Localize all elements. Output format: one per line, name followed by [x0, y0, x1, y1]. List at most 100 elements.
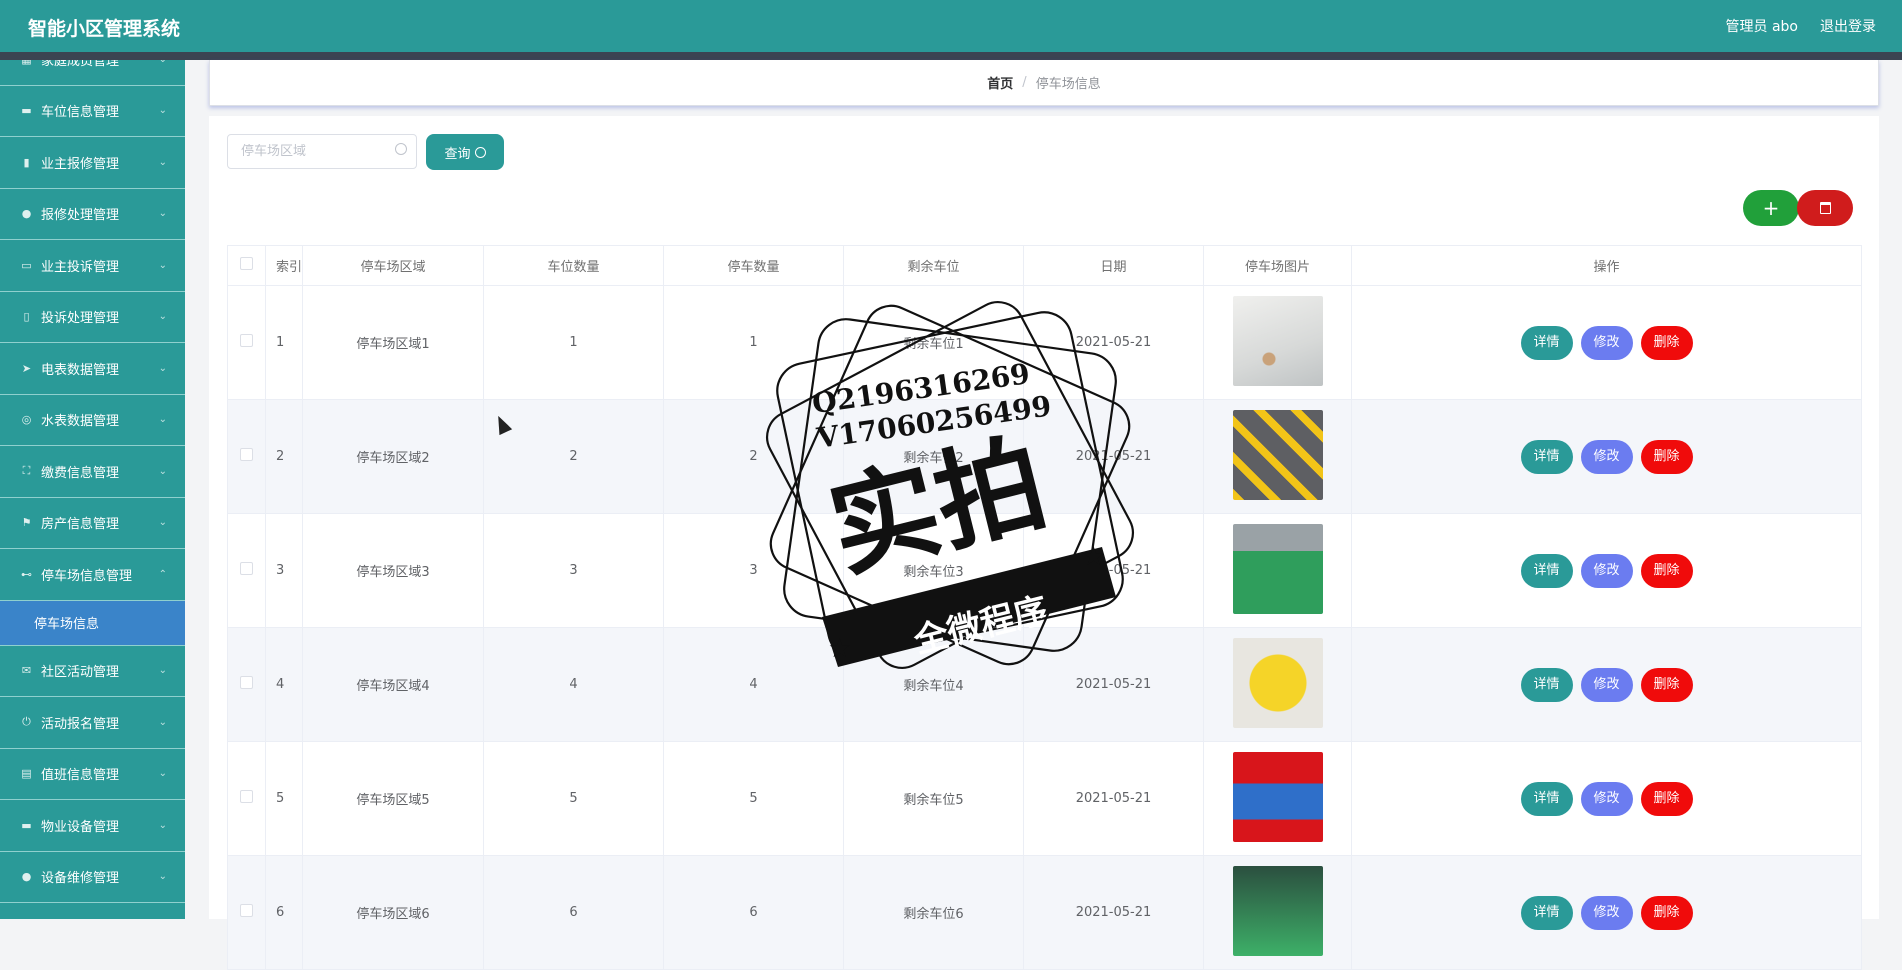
chevron-down-icon: ⌄ [158, 362, 167, 374]
row-select-cell[interactable] [227, 285, 266, 400]
table-row: 4 停车场区域4 4 4 剩余车位4 2021-05-21 详情 修改 删除 [227, 627, 1862, 742]
cell-remaining: 剩余车位2 [843, 399, 1024, 514]
column-header: 索引 [265, 245, 303, 286]
row-checkbox[interactable] [240, 676, 253, 689]
monitor-icon: ▬ [21, 104, 32, 118]
parking-lot-image[interactable] [1232, 751, 1323, 842]
detail-button[interactable]: 详情 [1520, 439, 1573, 474]
sidebar-item-parking-space[interactable]: ▬ 车位信息管理 ⌄ [0, 86, 185, 137]
column-header: 停车数量 [663, 245, 844, 286]
sidebar-item-water[interactable]: ◎ 水表数据管理 ⌄ [0, 395, 185, 446]
parking-lot-image[interactable] [1232, 295, 1323, 386]
edit-button[interactable]: 修改 [1580, 325, 1633, 360]
row-checkbox[interactable] [240, 562, 253, 575]
cell-parked: 2 [663, 399, 844, 514]
delete-button[interactable]: 删除 [1640, 781, 1693, 816]
breadcrumb-separator: / [1022, 75, 1027, 90]
chevron-down-icon: ⌄ [158, 665, 167, 677]
query-button[interactable]: 查询 [426, 134, 504, 170]
row-checkbox[interactable] [240, 448, 253, 461]
detail-button[interactable]: 详情 [1520, 325, 1573, 360]
cell-index: 3 [265, 513, 303, 628]
chevron-down-icon: ⌄ [158, 819, 167, 831]
edit-button[interactable]: 修改 [1580, 781, 1633, 816]
sidebar-item-label: 设备维修管理 [41, 871, 120, 887]
chevron-down-icon: ⌄ [159, 60, 167, 65]
parking-lot-image[interactable] [1232, 409, 1323, 500]
plus-icon: + [1762, 196, 1780, 220]
breadcrumb: 首页 / 停车场信息 [209, 60, 1879, 106]
edit-button[interactable]: 修改 [1580, 895, 1633, 930]
edit-button[interactable]: 修改 [1580, 667, 1633, 702]
content-panel: 查询 + 索引 停车场区域 车位数量 停车数量 剩余车位 日期 停车场图片 操作… [209, 116, 1879, 970]
edit-button[interactable]: 修改 [1580, 553, 1633, 588]
sidebar-item-label: 业主报修管理 [41, 156, 120, 172]
delete-button[interactable]: 删除 [1640, 667, 1693, 702]
row-select-cell[interactable] [227, 513, 266, 628]
sidebar-item-parking-lot[interactable]: ⊷ 停车场信息管理 ⌃ [0, 549, 185, 601]
row-checkbox[interactable] [240, 904, 253, 917]
detail-button[interactable]: 详情 [1520, 781, 1573, 816]
row-select-cell[interactable] [227, 627, 266, 742]
detail-button[interactable]: 详情 [1520, 553, 1573, 588]
table-row: 2 停车场区域2 2 2 剩余车位2 2021-05-21 详情 修改 删除 [227, 399, 1862, 514]
query-button-label: 查询 [444, 146, 471, 162]
sidebar-item-complaint[interactable]: ▭ 业主投诉管理 ⌄ [0, 240, 185, 292]
sidebar-item-equipment[interactable]: ▬ 物业设备管理 ⌄ [0, 800, 185, 852]
sidebar-item-activity[interactable]: ✉ 社区活动管理 ⌄ [0, 646, 185, 697]
delete-button[interactable]: 删除 [1640, 325, 1693, 360]
logout-link[interactable]: 退出登录 [1820, 16, 1876, 36]
select-all-cell[interactable] [227, 245, 266, 286]
compass-icon: ◎ [21, 413, 32, 427]
detail-button[interactable]: 详情 [1520, 667, 1573, 702]
header-stripe [0, 52, 1902, 60]
top-bar: 智能小区管理系统 管理员 abo 退出登录 [0, 0, 1902, 52]
cell-spaces: 3 [483, 513, 664, 628]
delete-button[interactable]: 删除 [1640, 895, 1693, 930]
delete-button[interactable]: 删除 [1640, 439, 1693, 474]
sidebar-item-signup[interactable]: ⏻ 活动报名管理 ⌄ [0, 697, 185, 749]
sidebar-item-repair-handle[interactable]: ● 报修处理管理 ⌄ [0, 189, 185, 240]
batch-delete-button[interactable] [1797, 190, 1853, 226]
user-icon: ● [21, 207, 32, 221]
row-select-cell[interactable] [227, 399, 266, 514]
parking-lot-image[interactable] [1232, 637, 1323, 728]
parking-lot-image[interactable] [1232, 523, 1323, 614]
trash-icon [1819, 202, 1831, 214]
sidebar-item-property[interactable]: ⚑ 房产信息管理 ⌄ [0, 498, 185, 549]
clipboard-icon: ▤ [21, 767, 32, 781]
sidebar-item-repair-report[interactable]: ▮ 业主报修管理 ⌄ [0, 137, 185, 189]
search-input[interactable] [241, 144, 391, 159]
cell-area: 停车场区域4 [302, 627, 484, 742]
sidebar-item-family[interactable]: ▦ 家庭成员管理 ⌄ [0, 60, 185, 86]
sidebar-item-duty[interactable]: ▤ 值班信息管理 ⌄ [0, 749, 185, 800]
sidebar-item-payment[interactable]: ⛶ 缴费信息管理 ⌄ [0, 446, 185, 498]
detail-button[interactable]: 详情 [1520, 895, 1573, 930]
select-all-checkbox[interactable] [240, 257, 253, 270]
row-select-cell[interactable] [227, 855, 266, 970]
row-checkbox[interactable] [240, 790, 253, 803]
user-label: 管理员 abo [1725, 19, 1798, 35]
row-checkbox[interactable] [240, 334, 253, 347]
edit-button[interactable]: 修改 [1580, 439, 1633, 474]
sidebar-item-label: 停车场信息管理 [41, 568, 133, 584]
sidebar-item-equipment-repair[interactable]: ● 设备维修管理 ⌄ [0, 852, 185, 903]
breadcrumb-home[interactable]: 首页 [987, 73, 1013, 92]
sidebar: ▦ 家庭成员管理 ⌄ ▬ 车位信息管理 ⌄ ▮ 业主报修管理 ⌄ ● 报修处理管理 ⌄ ▭ 业主投… [0, 60, 185, 919]
search-icon [395, 143, 407, 155]
table-header-row: 索引 停车场区域 车位数量 停车数量 剩余车位 日期 停车场图片 操作 [227, 245, 1862, 286]
sidebar-item-electric[interactable]: ➤ 电表数据管理 ⌄ [0, 343, 185, 395]
row-select-cell[interactable] [227, 741, 266, 856]
cell-index: 1 [265, 285, 303, 400]
cell-image [1203, 855, 1352, 970]
search-field[interactable] [227, 134, 417, 169]
sidebar-item-label: 活动报名管理 [41, 716, 120, 732]
add-button[interactable]: + [1743, 190, 1799, 226]
parking-lot-image[interactable] [1232, 865, 1323, 956]
delete-button[interactable]: 删除 [1640, 553, 1693, 588]
cell-area: 停车场区域5 [302, 741, 484, 856]
sidebar-subitem-parking-info[interactable]: 停车场信息 [0, 600, 185, 646]
sidebar-item-complaint-handle[interactable]: ▯ 投诉处理管理 ⌄ [0, 292, 185, 343]
cell-image [1203, 627, 1352, 742]
chevron-down-icon: ⌄ [158, 208, 167, 220]
